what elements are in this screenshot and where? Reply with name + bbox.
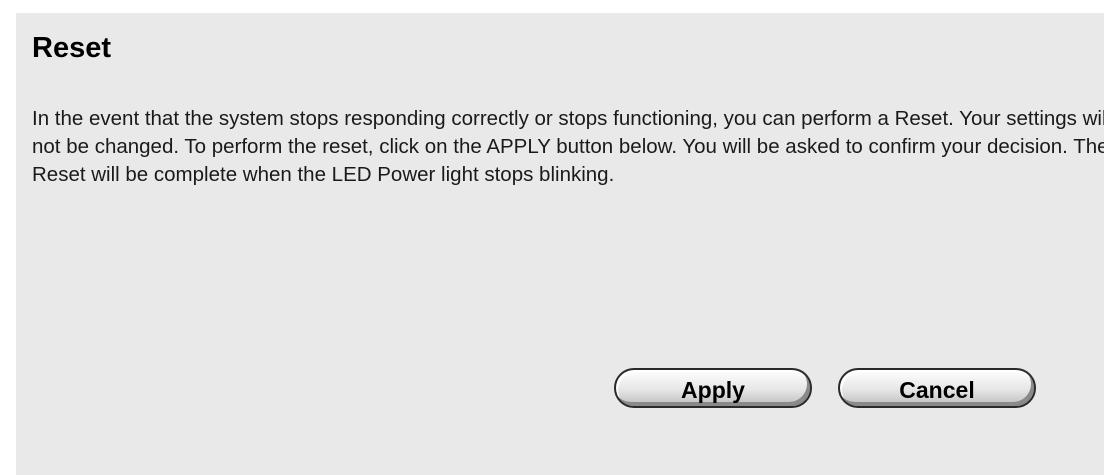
page-title: Reset <box>32 32 111 64</box>
apply-button[interactable]: Apply <box>614 368 812 408</box>
reset-description: In the event that the system stops respo… <box>32 107 1104 186</box>
reset-panel: Reset In the event that the system stops… <box>16 13 1104 475</box>
cancel-button[interactable]: Cancel <box>838 368 1036 408</box>
